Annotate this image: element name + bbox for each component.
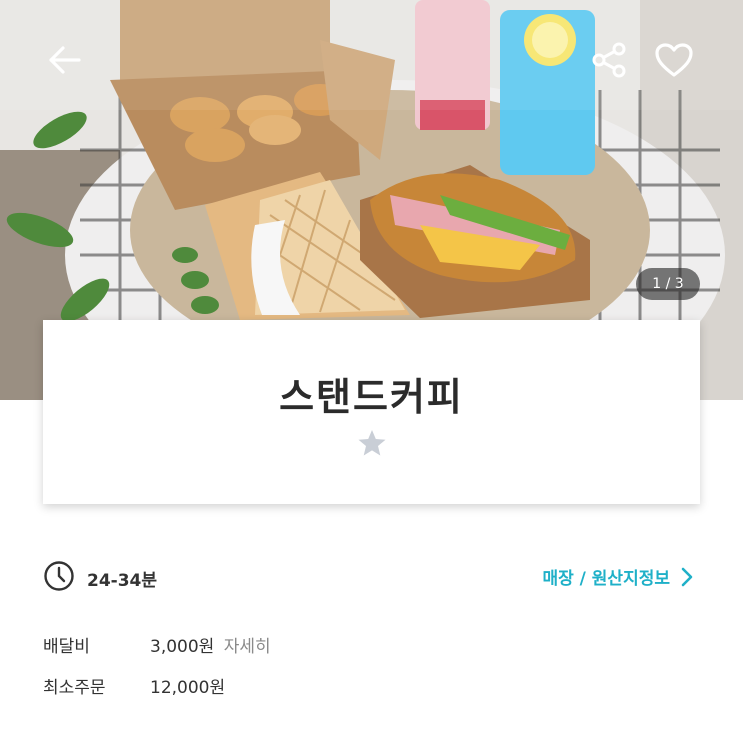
chevron-right-icon <box>681 567 693 586</box>
delivery-time: 24-34분 <box>87 571 158 591</box>
delivery-info-row: 24-34분 매장 / 원산지정보 <box>43 558 700 598</box>
share-button[interactable] <box>585 36 633 84</box>
store-origin-info-link[interactable]: 매장 / 원산지정보 <box>542 564 694 589</box>
store-name: 스탠드커피 <box>279 375 464 419</box>
like-button[interactable] <box>650 36 698 84</box>
star-icon <box>358 430 385 456</box>
min-order-value: 12,000원 <box>150 678 226 698</box>
min-order-label: 최소주문 <box>43 678 106 698</box>
heart-outline-icon <box>655 43 693 77</box>
delivery-fee-label: 배달비 <box>43 637 90 657</box>
back-button[interactable] <box>40 36 88 84</box>
clock-icon <box>44 561 74 591</box>
origin-link-label: 매장 / 원산지정보 <box>542 569 670 589</box>
share-icon <box>592 42 626 78</box>
rating <box>43 428 700 458</box>
store-title-card: 스탠드커피 <box>43 320 700 504</box>
delivery-fee-value: 3,000원 <box>150 637 215 657</box>
delivery-fee-value-group: 3,000원 자세히 <box>150 632 271 657</box>
photo-counter: 1 / 3 <box>636 268 700 300</box>
fee-detail-link[interactable]: 자세히 <box>224 637 271 657</box>
arrow-left-icon <box>49 46 81 74</box>
